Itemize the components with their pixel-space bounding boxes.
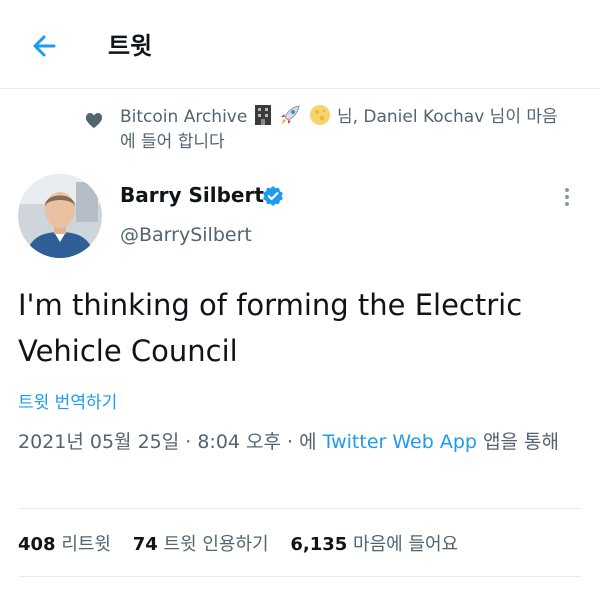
building-emoji-icon — [254, 105, 271, 125]
tweet-timestamp[interactable]: 2021년 05월 25일 · 8:04 오후 · 에 — [18, 431, 323, 453]
quotes-label: 트윗 인용하기 — [163, 534, 269, 555]
back-arrow-icon — [33, 35, 56, 57]
page-title: 트윗 — [108, 32, 153, 60]
back-button[interactable] — [28, 28, 64, 64]
divider — [18, 508, 582, 509]
author-handle[interactable]: @BarrySilbert — [120, 224, 252, 246]
likes-stat[interactable]: 6,135 마음에 들어요 — [290, 530, 458, 556]
rocket-emoji-icon — [281, 105, 300, 124]
likes-label: 마음에 들어요 — [353, 534, 459, 555]
author-name[interactable]: Barry Silbert — [120, 183, 264, 207]
tweet-text: I'm thinking of forming the Electric Veh… — [18, 288, 523, 368]
quote-tweets-stat[interactable]: 74 트윗 인용하기 — [133, 530, 269, 556]
divider — [18, 576, 582, 577]
quotes-count: 74 — [132, 534, 158, 555]
liked-by-user[interactable]: Bitcoin Archive — [120, 107, 247, 127]
more-options-icon[interactable] — [554, 184, 580, 210]
heart-icon — [85, 113, 103, 128]
retweets-count: 408 — [18, 534, 56, 555]
tweet-meta: 2021년 05월 25일 · 8:04 오후 · 에 Twitter Web … — [18, 426, 584, 458]
retweets-label: 리트윗 — [61, 534, 111, 555]
liked-by-text: Bitcoin Archive 님, Daniel Kochav 님이 마음에 … — [120, 104, 560, 155]
retweets-stat[interactable]: 408 리트윗 — [18, 530, 111, 556]
top-bar: 트윗 — [0, 0, 600, 89]
profile-photo — [18, 174, 102, 258]
source-link[interactable]: Twitter Web App — [323, 431, 477, 453]
translate-link[interactable]: 트윗 번역하기 — [18, 388, 117, 413]
moon-emoji-icon — [309, 105, 330, 125]
source-suffix: 앱을 통해 — [476, 431, 559, 453]
likes-count: 6,135 — [290, 534, 348, 555]
verified-badge-icon — [263, 186, 283, 206]
avatar[interactable] — [18, 174, 102, 258]
engagement-stats: 408 리트윗 74 트윗 인용하기 6,135 마음에 들어요 — [18, 530, 474, 556]
